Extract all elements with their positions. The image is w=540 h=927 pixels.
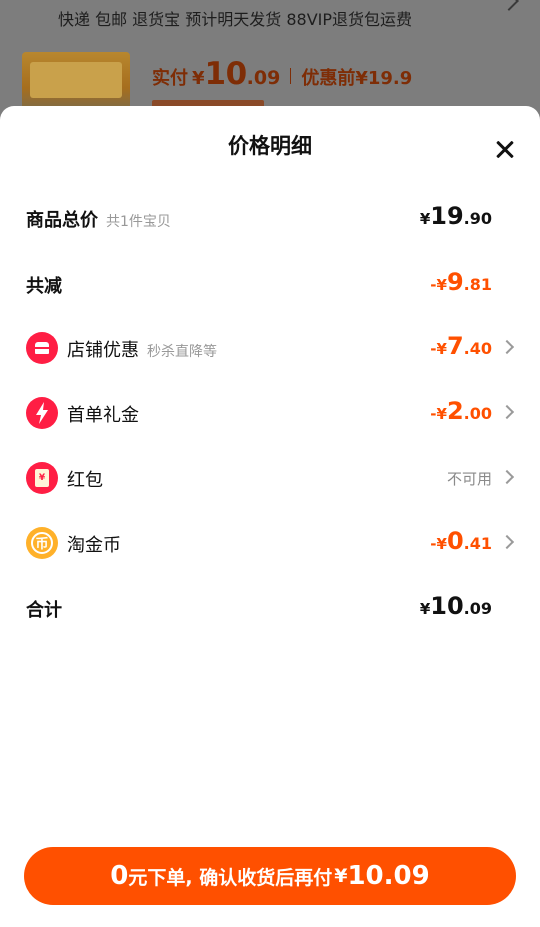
pre-discount-label: 优惠前 [301,68,356,89]
row-shop-discount[interactable]: 店铺优惠 秒杀直降等 -¥ 7.40 [0,326,540,370]
cta-text: 元下单, 确认收货后再付 [128,866,333,889]
chevron-right-icon [499,534,515,550]
row-sum: 合计 ¥10.09 [0,586,540,630]
chevron-right-icon [499,339,515,355]
first-order-label: 首单礼金 [67,405,139,426]
pre-discount-price: ¥19.9 [355,68,413,89]
coin-icon: 币 [26,527,58,559]
cta-currency: ¥ [334,865,348,887]
row-coins[interactable]: 币 淘金币 -¥ 0.41 [0,521,540,565]
red-packet-icon [26,462,58,494]
row-goods-total: 商品总价 共1件宝贝 ¥19.90 [0,196,540,240]
goods-total-label: 商品总价 共1件宝贝 [26,210,171,231]
coins-amount: -¥ 0.41 [430,527,492,555]
red-packet-status: 不可用 [446,470,492,488]
paid-price: 实付 ¥ 10 .09 优惠前 ¥19.9 [152,56,412,92]
store-icon [26,332,58,364]
shipping-info: 快递 包邮 退货宝 预计明天发货 88VIP退货包运费 [58,10,413,29]
product-thumbnail [22,52,130,112]
sheet-title: 价格明细 [228,134,312,158]
lightning-icon [26,397,58,429]
red-packet-label: 红包 [67,470,103,491]
goods-count: 共1件宝贝 [106,214,171,230]
reduction-amount: -¥ 9.81 [430,268,492,296]
confirm-order-button[interactable]: 0 元下单, 确认收货后再付 ¥ 10.09 [24,847,516,905]
row-total-reduction: 共减 -¥ 9.81 [0,262,540,306]
paid-currency: ¥ [192,68,205,89]
row-first-order[interactable]: 首单礼金 -¥ 2.00 [0,391,540,435]
coins-label: 淘金币 [67,535,121,556]
paid-label: 实付 [152,68,188,89]
paid-int: 10 [204,56,248,92]
sum-amount: ¥10.09 [419,592,492,620]
cta-amount: 10.09 [347,861,430,891]
chevron-right-icon [499,404,515,420]
shop-discount-label: 店铺优惠 秒杀直降等 [67,340,217,361]
divider [290,68,292,84]
shop-discount-sub: 秒杀直降等 [147,344,217,360]
paid-dec: .09 [246,67,281,89]
chevron-right-icon [499,469,515,485]
shop-discount-amount: -¥ 7.40 [430,332,492,360]
goods-total-amount: ¥19.90 [419,202,492,230]
chevron-icon [499,0,519,11]
sum-label: 合计 [26,600,62,621]
close-icon[interactable] [490,134,520,164]
row-red-packet[interactable]: 红包 不可用 [0,456,540,500]
cta-zero: 0 [110,861,129,891]
first-order-amount: -¥ 2.00 [430,397,492,425]
reduction-label: 共减 [26,276,62,297]
